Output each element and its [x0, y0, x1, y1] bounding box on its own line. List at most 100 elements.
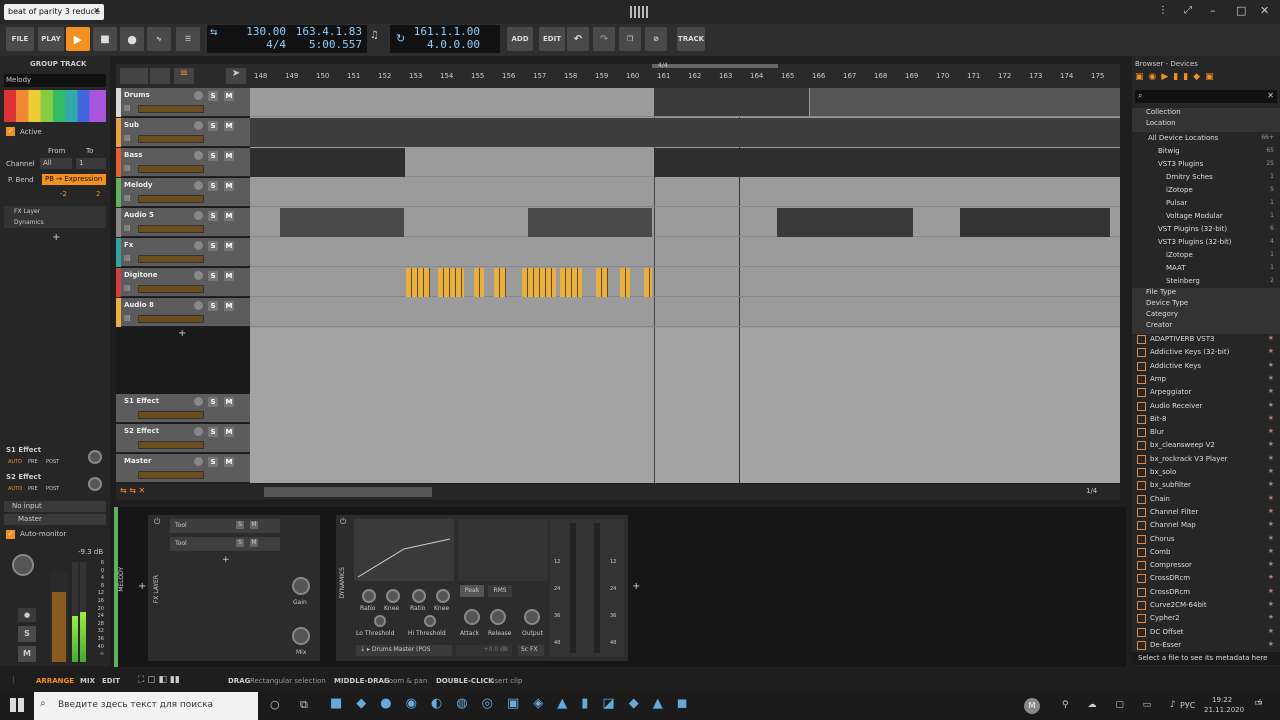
browser-location[interactable]: VST Plugins (32-bit) 6	[1132, 223, 1280, 236]
layer-1-mute[interactable]: M	[250, 521, 258, 529]
return-header-s2-effect[interactable]: S2 Effect S M	[116, 424, 250, 453]
track-arm-button[interactable]	[194, 181, 203, 190]
layer-2-mute[interactable]: M	[250, 539, 258, 547]
track-name-field[interactable]: Melody	[4, 74, 106, 87]
device-item[interactable]: Audio Receiver ★	[1132, 400, 1280, 413]
fx-layer-power-icon[interactable]: ⏻	[154, 517, 160, 527]
favorite-star-icon[interactable]: ★	[1268, 374, 1274, 382]
browser-location[interactable]: Steinberg 2	[1132, 275, 1280, 288]
dynamics-item[interactable]: Dynamics	[14, 219, 44, 226]
audio-clip[interactable]	[474, 268, 484, 297]
audio-clip[interactable]	[494, 268, 506, 297]
track-mute-button[interactable]: M	[224, 301, 234, 311]
channel-from-select[interactable]: All	[40, 158, 72, 169]
add-device-end-icon[interactable]: +	[632, 581, 640, 592]
edit-button[interactable]: EDIT	[539, 27, 565, 51]
play-mode-button[interactable]: PLAY	[38, 27, 64, 51]
audio-clip[interactable]	[522, 268, 556, 297]
redo-button[interactable]: ↷	[593, 27, 615, 51]
device-item[interactable]: Blur ★	[1132, 426, 1280, 439]
favorite-star-icon[interactable]: ★	[1268, 347, 1274, 355]
track-solo-button[interactable]: S	[208, 211, 218, 221]
pinned-apps[interactable]: ■◆●◉◐◍◎▣◈▲▮◪◆▲◼	[330, 696, 830, 716]
track-mute-button[interactable]: M	[224, 241, 234, 251]
ruler-bar-156[interactable]: 156	[502, 72, 515, 80]
time-signature[interactable]: 4/4	[236, 39, 286, 51]
s1-post[interactable]: POST	[46, 459, 59, 465]
automation-write-button[interactable]: ∿	[147, 27, 171, 51]
close-window-icon[interactable]: ✕	[1260, 4, 1269, 17]
return-volume-fader[interactable]	[138, 411, 204, 419]
clip[interactable]	[280, 208, 404, 237]
ruler-bar-149[interactable]: 149	[285, 72, 298, 80]
track-solo-button[interactable]: S	[208, 241, 218, 251]
favorite-star-icon[interactable]: ★	[1268, 560, 1274, 568]
favorite-star-icon[interactable]: ★	[1268, 627, 1274, 635]
cortana-icon[interactable]: ○	[270, 698, 280, 711]
favorite-star-icon[interactable]: ★	[1268, 520, 1274, 528]
return-solo-button[interactable]: S	[208, 397, 218, 407]
s1-send-knob[interactable]	[88, 450, 102, 464]
track-mute-button[interactable]: M	[224, 181, 234, 191]
track-solo-button[interactable]: S	[208, 91, 218, 101]
clip[interactable]	[528, 208, 652, 237]
track-solo-button[interactable]: S	[208, 121, 218, 131]
favorite-star-icon[interactable]: ★	[1268, 573, 1274, 581]
ruler-bar-170[interactable]: 170	[936, 72, 949, 80]
gain-knob[interactable]	[292, 577, 310, 595]
browser-location[interactable]: Pulsar 1	[1132, 197, 1280, 210]
browser-location[interactable]: VST3 Plugins (32-bit) 4	[1132, 236, 1280, 249]
device-item[interactable]: bx_subfilter ★	[1132, 479, 1280, 492]
record-button[interactable]: ●	[120, 27, 144, 51]
metronome-icon[interactable]: ♫	[370, 30, 379, 41]
favorite-star-icon[interactable]: ★	[1268, 494, 1274, 502]
track-mute-button[interactable]: M	[224, 211, 234, 221]
pointer-tool-icon[interactable]: ➤	[226, 68, 246, 84]
browser-section[interactable]: Location	[1132, 119, 1280, 132]
return-volume-fader[interactable]	[138, 471, 204, 479]
track-arm-button[interactable]	[194, 241, 203, 250]
add-device-icon[interactable]: +	[52, 232, 60, 243]
track-lane-melody[interactable]	[250, 178, 1120, 207]
peak-button[interactable]: Peak	[460, 585, 484, 597]
ruler-bar-166[interactable]: 166	[812, 72, 825, 80]
device-item[interactable]: Bit-8 ★	[1132, 413, 1280, 426]
track-header-sub[interactable]: Sub ▤ S M	[116, 118, 250, 147]
browser-location[interactable]: Bitwig 65	[1132, 145, 1280, 158]
ruler-bar-154[interactable]: 154	[440, 72, 453, 80]
ruler-bar-161[interactable]: 161	[657, 72, 670, 80]
favorite-star-icon[interactable]: ★	[1268, 414, 1274, 422]
clear-search-icon[interactable]: ✕	[1267, 91, 1274, 100]
audio-clip[interactable]	[560, 268, 582, 297]
ruler-bar-162[interactable]: 162	[688, 72, 701, 80]
track-mute-button[interactable]: M	[224, 271, 234, 281]
ruler-bar-167[interactable]: 167	[843, 72, 856, 80]
track-lane-digitone[interactable]	[250, 268, 1120, 297]
track-header-digitone[interactable]: Digitone ▤ S M	[116, 268, 250, 297]
color-palette[interactable]	[4, 90, 106, 122]
ruler-bar-150[interactable]: 150	[316, 72, 329, 80]
track-header-bass[interactable]: Bass ▤ S M	[116, 148, 250, 177]
track-arm-button[interactable]	[194, 151, 203, 160]
position-time[interactable]: 5:00.557	[290, 39, 362, 51]
favorite-star-icon[interactable]: ★	[1268, 613, 1274, 621]
device-item[interactable]: bx_cleansweep V2 ★	[1132, 439, 1280, 452]
ruler-bar-172[interactable]: 172	[998, 72, 1011, 80]
device-item[interactable]: Compressor ★	[1132, 559, 1280, 572]
arrange-view[interactable]	[250, 88, 1120, 483]
audio-clip[interactable]	[406, 268, 430, 297]
favorite-star-icon[interactable]: ★	[1268, 401, 1274, 409]
ratio-knob-2[interactable]	[412, 589, 426, 603]
clip[interactable]	[654, 148, 1120, 177]
track-arm-button[interactable]	[194, 121, 203, 130]
device-item[interactable]: bx_solo ★	[1132, 466, 1280, 479]
device-item[interactable]: Chorus ★	[1132, 533, 1280, 546]
device-item[interactable]: ADAPTIVERB VST3 ★	[1132, 333, 1280, 346]
track-mute-button[interactable]: M	[224, 91, 234, 101]
ruler-bar-169[interactable]: 169	[905, 72, 918, 80]
notifications-icon[interactable]: ▭ 6	[1254, 698, 1263, 708]
track-volume-fader[interactable]	[138, 195, 204, 203]
track-solo-button[interactable]: S	[208, 301, 218, 311]
windows-start-icon[interactable]	[10, 698, 24, 712]
favorite-star-icon[interactable]: ★	[1268, 480, 1274, 488]
